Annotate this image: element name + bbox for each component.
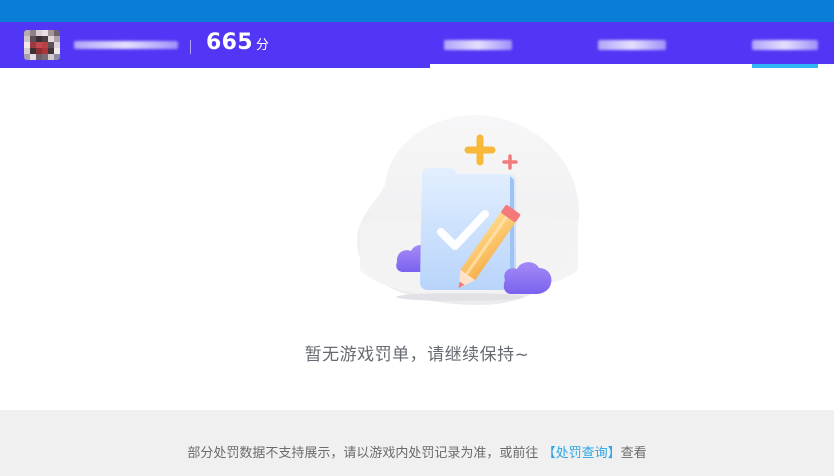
header-divider bbox=[190, 40, 191, 54]
empty-state-message: 暂无游戏罚单，请继续保持~ bbox=[304, 345, 530, 365]
score-unit: 分 bbox=[255, 38, 269, 53]
avatar-image bbox=[24, 30, 60, 60]
nav-link-1-text bbox=[444, 40, 512, 50]
nav-active-underline bbox=[752, 64, 818, 68]
empty-document-check-pencil-illustration bbox=[340, 110, 590, 310]
nav-link-2-text bbox=[598, 40, 666, 50]
header-bar: 665 分 bbox=[0, 22, 834, 70]
username-blurred bbox=[74, 41, 178, 49]
nav-link-3-blurred[interactable] bbox=[752, 40, 818, 50]
credit-score: 665 分 bbox=[206, 30, 269, 60]
top-strip bbox=[0, 0, 834, 22]
nav-link-1-blurred[interactable] bbox=[444, 40, 512, 50]
avatar[interactable] bbox=[24, 30, 60, 60]
footer-note-suffix: 查看 bbox=[620, 446, 647, 461]
footer-note: 部分处罚数据不支持展示，请以游戏内处罚记录为准，或前往 【处罚查询】查看 bbox=[0, 442, 834, 461]
footer: 部分处罚数据不支持展示，请以游戏内处罚记录为准，或前往 【处罚查询】查看 bbox=[0, 410, 834, 476]
score-value: 665 bbox=[206, 30, 253, 55]
nav-link-3-text bbox=[752, 40, 818, 50]
nav-link-2-blurred[interactable] bbox=[598, 40, 666, 50]
footer-note-prefix: 部分处罚数据不支持展示，请以游戏内处罚记录为准，或前往 bbox=[187, 446, 539, 461]
penalty-query-link[interactable]: 【处罚查询】 bbox=[543, 446, 621, 461]
